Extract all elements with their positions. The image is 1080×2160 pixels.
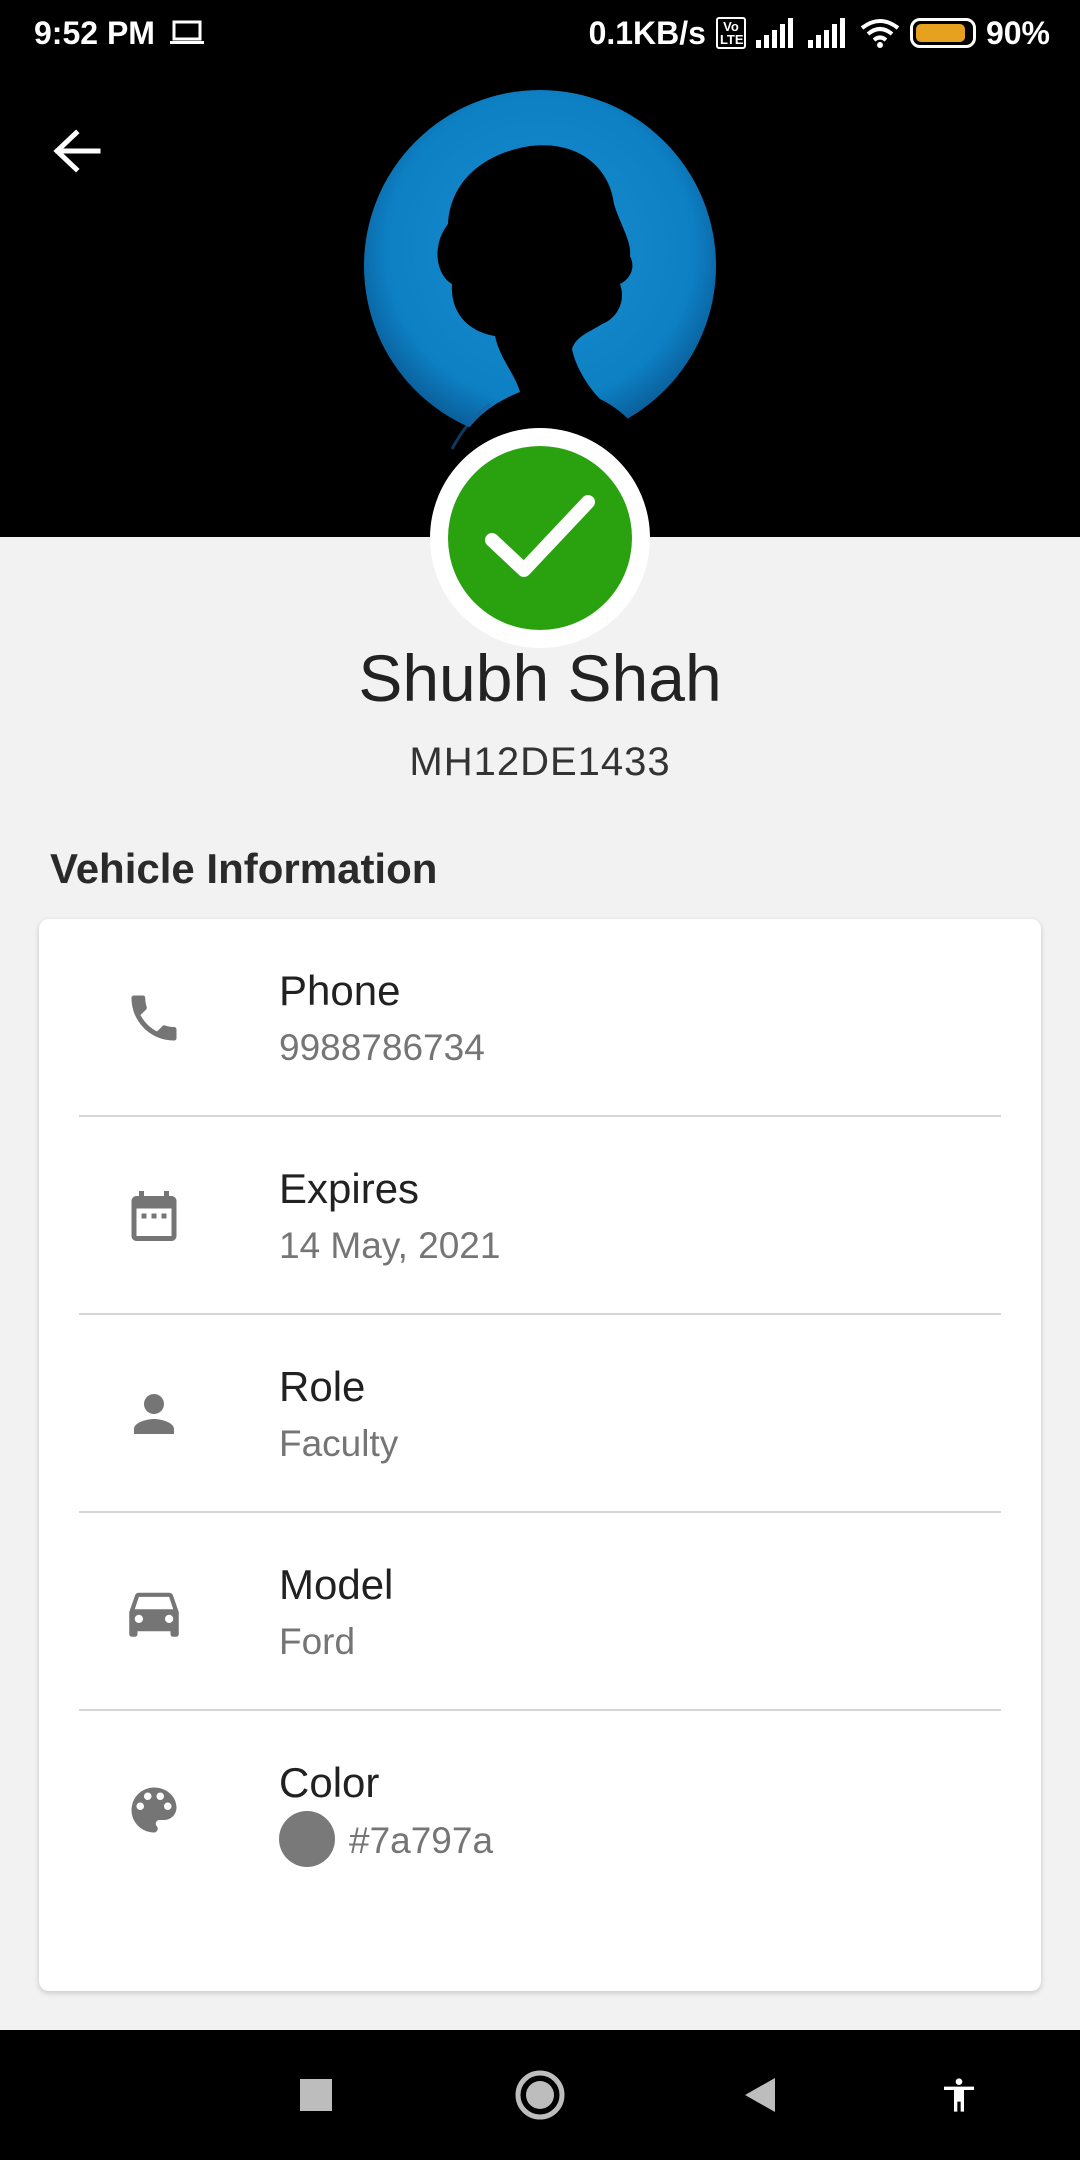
laptop-icon bbox=[169, 20, 204, 44]
verified-circle bbox=[448, 446, 632, 630]
system-nav-bar bbox=[0, 2030, 1080, 2160]
battery-percent: 90% bbox=[985, 14, 1050, 51]
user-name: Shubh Shah bbox=[358, 641, 722, 715]
triangle-back-icon bbox=[745, 2078, 775, 2112]
license-plate: MH12DE1433 bbox=[409, 740, 671, 784]
info-label: Expires bbox=[279, 1165, 420, 1212]
info-row-phone: Phone 9988786734 bbox=[79, 919, 1001, 1117]
wifi-icon bbox=[860, 19, 900, 48]
status-bar: 9:52 PM 0.1KB/s Vo LTE 90% bbox=[0, 0, 1080, 66]
signal-icon bbox=[755, 18, 793, 48]
info-row-role: Role Faculty bbox=[79, 1315, 1001, 1513]
verified-badge bbox=[430, 428, 650, 648]
section-title: Vehicle Information bbox=[50, 845, 438, 892]
battery-fill bbox=[915, 24, 965, 42]
back-button[interactable] bbox=[40, 114, 114, 188]
status-time: 9:52 PM bbox=[34, 14, 155, 51]
battery-icon bbox=[909, 18, 976, 48]
info-label: Role bbox=[279, 1363, 366, 1410]
recents-button[interactable] bbox=[261, 2030, 371, 2160]
color-swatch bbox=[279, 1811, 335, 1867]
info-value: 9988786734 bbox=[279, 1027, 485, 1068]
info-value: 14 May, 2021 bbox=[279, 1225, 501, 1266]
status-left: 9:52 PM bbox=[34, 15, 205, 52]
square-icon bbox=[300, 2079, 332, 2111]
info-row-expires: Expires 14 May, 2021 bbox=[79, 1117, 1001, 1315]
info-value: Ford bbox=[279, 1621, 356, 1662]
info-label: Color bbox=[279, 1759, 380, 1806]
info-row-color: Color #7a797a bbox=[79, 1711, 1001, 1909]
color-hex: #7a797a bbox=[349, 1819, 494, 1861]
vehicle-info-card: Phone 9988786734 Expires 14 May, 2021 Ro… bbox=[39, 919, 1041, 1991]
volte-icon: Vo LTE bbox=[715, 17, 746, 49]
palette-icon bbox=[119, 1775, 189, 1845]
circle-icon bbox=[515, 2070, 565, 2120]
info-label: Phone bbox=[279, 967, 401, 1014]
net-speed: 0.1KB/s bbox=[588, 14, 706, 51]
car-icon bbox=[119, 1577, 189, 1647]
calendar-icon bbox=[119, 1181, 189, 1251]
arrow-left-icon bbox=[53, 129, 101, 173]
person-icon bbox=[119, 1379, 189, 1449]
info-value: #7a797a bbox=[279, 1811, 494, 1867]
signal-icon-2 bbox=[807, 18, 845, 48]
back-nav-button[interactable] bbox=[705, 2030, 815, 2160]
accessibility-button[interactable] bbox=[904, 2030, 1014, 2160]
check-icon bbox=[485, 495, 595, 577]
info-value: Faculty bbox=[279, 1423, 399, 1464]
phone-icon bbox=[119, 983, 189, 1053]
home-button[interactable] bbox=[485, 2030, 595, 2160]
status-right: 0.1KB/s Vo LTE 90% bbox=[589, 15, 1050, 52]
info-row-model: Model Ford bbox=[79, 1513, 1001, 1711]
accessibility-icon bbox=[944, 2078, 974, 2112]
info-label: Model bbox=[279, 1561, 394, 1608]
